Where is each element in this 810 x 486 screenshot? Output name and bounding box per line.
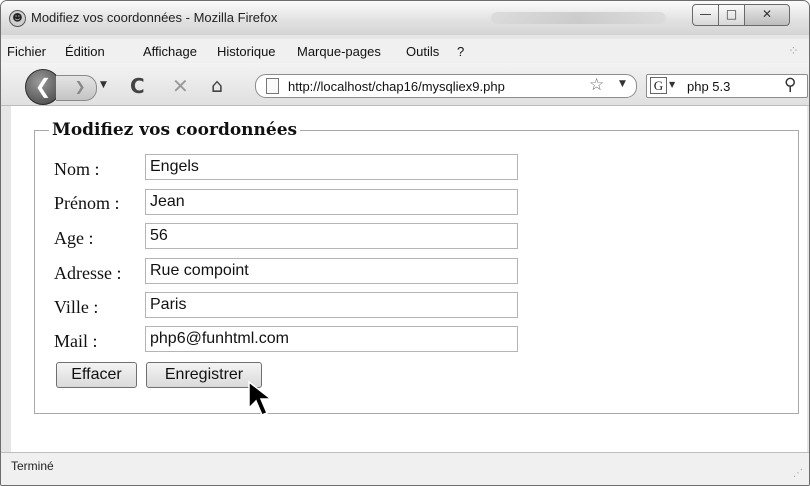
- reset-button[interactable]: Effacer: [56, 362, 137, 388]
- prenom-input[interactable]: Jean: [145, 189, 518, 215]
- stop-icon[interactable]: ✕: [172, 75, 189, 97]
- page-icon: [266, 78, 279, 94]
- firefox-icon: ☻: [9, 10, 26, 27]
- menu-outils[interactable]: Outils: [406, 44, 439, 59]
- label-prenom: Prénom :: [54, 193, 120, 213]
- label-adresse: Adresse :: [54, 263, 122, 283]
- page-content: Modifiez vos coordonnées Nom : Engels Pr…: [11, 106, 807, 452]
- submit-button[interactable]: Enregistrer: [146, 362, 262, 388]
- search-engine-icon[interactable]: G: [650, 77, 667, 94]
- label-age: Age :: [54, 228, 94, 248]
- resize-grip-icon[interactable]: ⋰: [793, 468, 803, 479]
- url-text[interactable]: http://localhost/chap16/mysqliex9.php: [288, 79, 505, 94]
- maximize-button[interactable]: □: [718, 4, 745, 26]
- back-arrow-icon: ❮: [34, 74, 52, 98]
- mouse-cursor-icon: [248, 380, 274, 416]
- title-bar[interactable]: ☻ Modifiez vos coordonnées - Mozilla Fir…: [1, 1, 809, 35]
- browser-window: ☻ Modifiez vos coordonnées - Mozilla Fir…: [0, 0, 810, 486]
- menu-help[interactable]: ?: [457, 44, 464, 59]
- close-button[interactable]: ✕: [744, 4, 790, 26]
- label-nom: Nom :: [54, 159, 100, 179]
- throbber-icon: ⁘: [788, 44, 799, 59]
- age-input[interactable]: 56: [145, 223, 518, 249]
- navigation-toolbar: ❮ ❯ ▼ C ✕ ⌂ http://localhost/chap16/mysq…: [1, 63, 809, 106]
- blurred-title-area: [491, 12, 666, 24]
- url-dropdown-icon[interactable]: ▼: [619, 79, 626, 89]
- menu-edition[interactable]: Édition: [65, 44, 105, 59]
- search-icon[interactable]: ⚲: [784, 75, 796, 95]
- home-icon[interactable]: ⌂: [211, 75, 223, 97]
- menu-fichier[interactable]: Fichier: [7, 44, 46, 59]
- status-text: Terminé: [11, 459, 54, 473]
- menu-affichage[interactable]: Affichage: [143, 44, 197, 59]
- mail-input[interactable]: php6@funhtml.com: [145, 326, 518, 352]
- window-title: Modifiez vos coordonnées - Mozilla Firef…: [31, 10, 278, 25]
- search-bar[interactable]: G ▼ php 5.3 ⚲: [646, 74, 808, 98]
- bookmark-star-icon[interactable]: ☆: [589, 75, 604, 95]
- fieldset-legend: Modifiez vos coordonnées: [49, 120, 301, 140]
- search-input[interactable]: php 5.3: [687, 79, 730, 94]
- menu-bar: Fichier Édition Affichage Historique Mar…: [1, 39, 809, 63]
- menu-historique[interactable]: Historique: [217, 44, 276, 59]
- ville-input[interactable]: Paris: [145, 292, 518, 318]
- status-bar: Terminé ⋰: [1, 452, 809, 485]
- menu-marque-pages[interactable]: Marque-pages: [297, 44, 381, 59]
- label-mail: Mail :: [54, 331, 98, 351]
- nom-input[interactable]: Engels: [145, 154, 518, 180]
- history-dropdown-icon[interactable]: ▼: [100, 80, 107, 90]
- minimize-button[interactable]: —: [692, 4, 719, 26]
- forward-arrow-icon: ❯: [66, 80, 86, 95]
- reload-icon[interactable]: C: [130, 75, 145, 97]
- label-ville: Ville :: [54, 297, 99, 317]
- adresse-input[interactable]: Rue compoint: [145, 258, 518, 284]
- engine-dropdown-icon[interactable]: ▼: [669, 80, 675, 89]
- url-bar[interactable]: http://localhost/chap16/mysqliex9.php ☆ …: [255, 74, 637, 98]
- forward-button[interactable]: ❯: [56, 75, 97, 101]
